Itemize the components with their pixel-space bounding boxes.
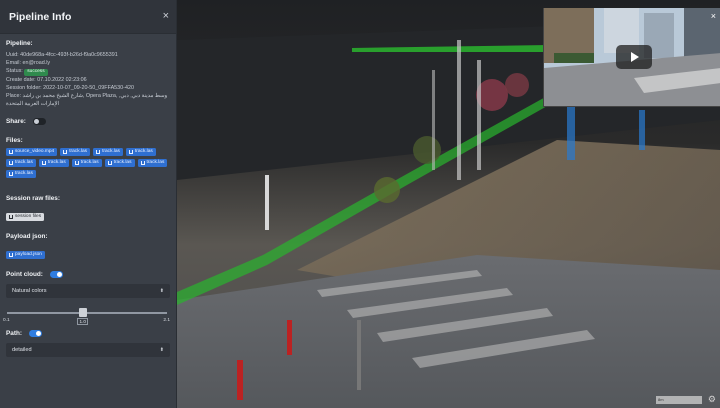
download-icon	[9, 149, 13, 154]
download-icon	[41, 160, 46, 165]
chevron-updown-icon: ⬍	[159, 347, 164, 354]
scale-indicator: 8m	[656, 396, 702, 404]
status-line: Status: success	[6, 67, 170, 76]
email-line: Email: en@road.ly	[6, 60, 51, 67]
download-icon	[96, 149, 101, 154]
file-chip-track[interactable]: track.las	[93, 147, 123, 157]
slider-track	[7, 312, 167, 314]
point-cloud-toggle[interactable]	[49, 271, 63, 279]
download-icon	[63, 149, 68, 154]
path-toggle[interactable]	[28, 330, 42, 338]
files-section-title: Files:	[6, 136, 23, 144]
download-icon	[107, 160, 112, 165]
pipeline-info-panel: Pipeline Info × Pipeline: Uuid: 40de968a…	[0, 0, 177, 408]
file-chip-track[interactable]: track.las	[137, 158, 168, 168]
pipeline-section-title: Pipeline:	[6, 40, 33, 47]
create-date-line: Create date: 07.10.2022 02:23:06	[6, 76, 87, 83]
download-icon	[9, 160, 13, 165]
file-chip-track[interactable]: track.las	[125, 147, 156, 157]
download-icon	[128, 149, 133, 154]
payload-title: Payload json:	[6, 233, 48, 241]
point-cloud-row: Point cloud:	[6, 271, 170, 279]
files-list: source_video.mp4 track.las track.las tra…	[6, 147, 171, 179]
session-folder-line: Session folder: 2022-10-07_09-20-50_09FF…	[6, 85, 134, 92]
file-chip-track[interactable]: track.las	[104, 158, 135, 168]
close-panel-button[interactable]: ×	[163, 11, 169, 22]
panel-header: Pipeline Info ×	[0, 0, 176, 34]
point-cloud-color-select[interactable]: Natural colors ⬍	[6, 284, 170, 299]
uuid-line: Uuid: 40de968a-4fcc-493f-b26d-f9a0c96553…	[6, 52, 118, 58]
session-raw-title: Session raw files:	[6, 195, 60, 203]
download-icon	[9, 215, 13, 220]
slider-thumb[interactable]	[79, 308, 87, 318]
file-chip-track[interactable]: track.las	[6, 169, 36, 179]
close-video-button[interactable]: ×	[711, 11, 716, 21]
chevron-updown-icon: ⬍	[159, 288, 164, 295]
slider-min-label: 0.1	[3, 318, 10, 324]
panel-title: Pipeline Info	[9, 10, 72, 23]
payload-json-button[interactable]: payload.json	[6, 250, 45, 260]
file-chip-source-video[interactable]: source_video.mp4	[6, 147, 58, 157]
file-chip-track[interactable]: track.las	[71, 158, 102, 168]
download-icon	[9, 171, 13, 176]
play-button[interactable]	[616, 45, 652, 69]
share-label: Share:	[6, 117, 26, 125]
status-label: Status:	[6, 68, 23, 75]
status-badge: success	[24, 69, 48, 76]
point-size-slider[interactable]: 0.1 1.0 2.1	[3, 303, 170, 326]
point-cloud-label: Point cloud:	[6, 271, 43, 279]
path-label: Path:	[6, 330, 22, 338]
session-files-button[interactable]: session files	[6, 212, 45, 222]
download-icon	[9, 253, 13, 258]
file-chip-track[interactable]: track.las	[60, 147, 91, 157]
download-icon	[140, 160, 145, 165]
slider-value-label: 1.0	[77, 318, 89, 326]
file-chip-track[interactable]: track.las	[38, 158, 69, 168]
point-cloud-viewport[interactable]: × 8m ⚙	[177, 0, 720, 408]
file-chip-track[interactable]: track.las	[6, 158, 36, 168]
download-icon	[74, 160, 79, 165]
video-preview[interactable]: ×	[543, 8, 720, 107]
path-row: Path:	[6, 330, 170, 338]
slider-max-label: 2.1	[163, 318, 170, 324]
gear-icon[interactable]: ⚙	[708, 394, 716, 405]
play-icon	[631, 52, 639, 62]
place-line: Place: شارع الشيخ محمد بن راشد, Opera Pl…	[6, 93, 168, 108]
path-detail-select[interactable]: detailed ⬍	[6, 343, 170, 358]
share-row: Share:	[6, 117, 170, 125]
share-toggle[interactable]	[32, 117, 46, 125]
